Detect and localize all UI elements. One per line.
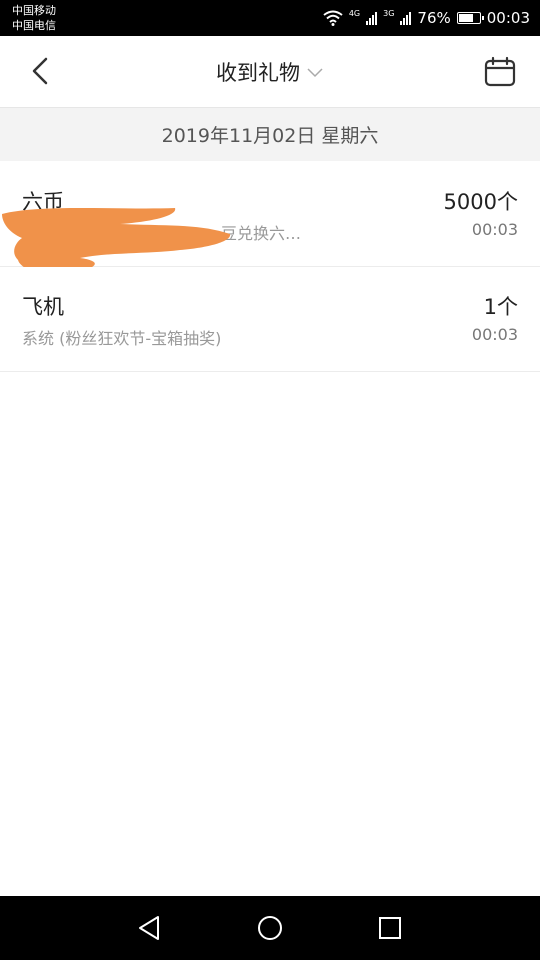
date-label: 2019年11月02日 星期六: [161, 125, 379, 147]
signal-icon: [400, 11, 412, 25]
gift-name: 飞机: [22, 295, 64, 319]
gift-time: 00:03: [471, 220, 518, 239]
signal-icon: [366, 11, 378, 25]
app-header: 收到礼物: [0, 36, 540, 108]
gift-time: 00:03: [471, 325, 518, 344]
title-dropdown[interactable]: 收到礼物: [0, 36, 540, 107]
system-nav-bar: [0, 896, 540, 960]
date-header: 2019年11月02日 星期六: [0, 108, 540, 161]
carrier-2: 中国电信: [12, 19, 56, 32]
carrier-1: 中国移动: [12, 4, 56, 17]
gift-row[interactable]: 六币 …豆兑换六… 5000个 00:03: [0, 162, 540, 275]
status-indicators: 4G 3G 76% 00:03: [323, 0, 530, 36]
page-title: 收到礼物: [216, 60, 300, 85]
network-type-1: 4G: [348, 8, 361, 18]
carrier-labels: 中国移动 中国电信: [12, 3, 56, 33]
square-recents-icon[interactable]: [374, 912, 406, 944]
wifi-icon: [323, 10, 343, 26]
battery-fill: [458, 14, 473, 22]
gift-count: 1个: [483, 295, 518, 319]
gift-row[interactable]: 飞机 系统 (粉丝狂欢节-宝箱抽奖) 1个 00:03: [0, 267, 540, 372]
circle-home-icon[interactable]: [254, 912, 286, 944]
status-bar: 中国移动 中国电信 4G 3G 76% 00:03: [0, 0, 540, 36]
clock: 00:03: [486, 9, 530, 27]
triangle-back-icon[interactable]: [134, 912, 166, 944]
chevron-down-icon: [307, 67, 323, 77]
battery-percent: 76%: [417, 9, 451, 27]
gift-source: 系统 (粉丝狂欢节-宝箱抽奖): [22, 329, 222, 348]
gift-count: 5000个: [443, 190, 518, 214]
network-type-2: 3G: [383, 8, 395, 18]
calendar-icon[interactable]: [484, 56, 516, 88]
battery-icon: [456, 12, 484, 24]
